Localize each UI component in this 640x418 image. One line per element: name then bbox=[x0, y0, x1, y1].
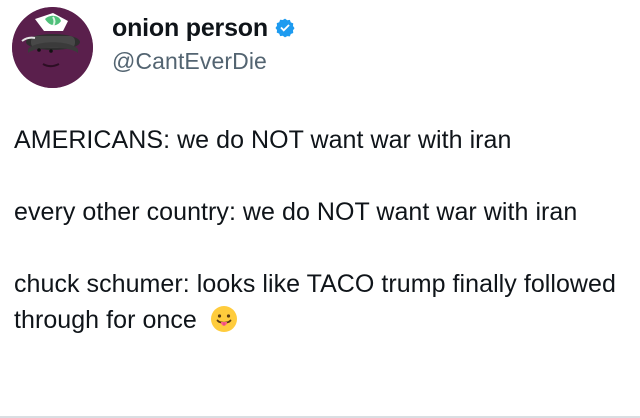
tweet-paragraph-3-container: chuck schumer: looks like TACO trump fin… bbox=[14, 266, 628, 338]
tweet-paragraph-1: AMERICANS: we do NOT want war with iran bbox=[14, 126, 512, 154]
avatar[interactable] bbox=[12, 7, 93, 88]
author-name-row: onion person bbox=[112, 11, 296, 45]
tweet-paragraph-3: chuck schumer: looks like TACO trump fin… bbox=[14, 270, 616, 334]
author-display-name[interactable]: onion person bbox=[112, 14, 268, 43]
tweet-header: onion person @CantEverDie bbox=[12, 7, 628, 88]
tweet-card: onion person @CantEverDie AMERICANS: we … bbox=[0, 0, 640, 418]
verified-badge-icon bbox=[274, 17, 296, 39]
tweet-paragraph-2: every other country: we do NOT want war … bbox=[14, 198, 578, 226]
face-with-tongue-emoji-icon bbox=[210, 305, 238, 333]
avatar-image bbox=[12, 7, 93, 88]
author-handle[interactable]: @CantEverDie bbox=[112, 48, 296, 75]
author-identity: onion person @CantEverDie bbox=[112, 11, 296, 75]
tweet-body: AMERICANS: we do NOT want war with iran … bbox=[14, 122, 628, 338]
